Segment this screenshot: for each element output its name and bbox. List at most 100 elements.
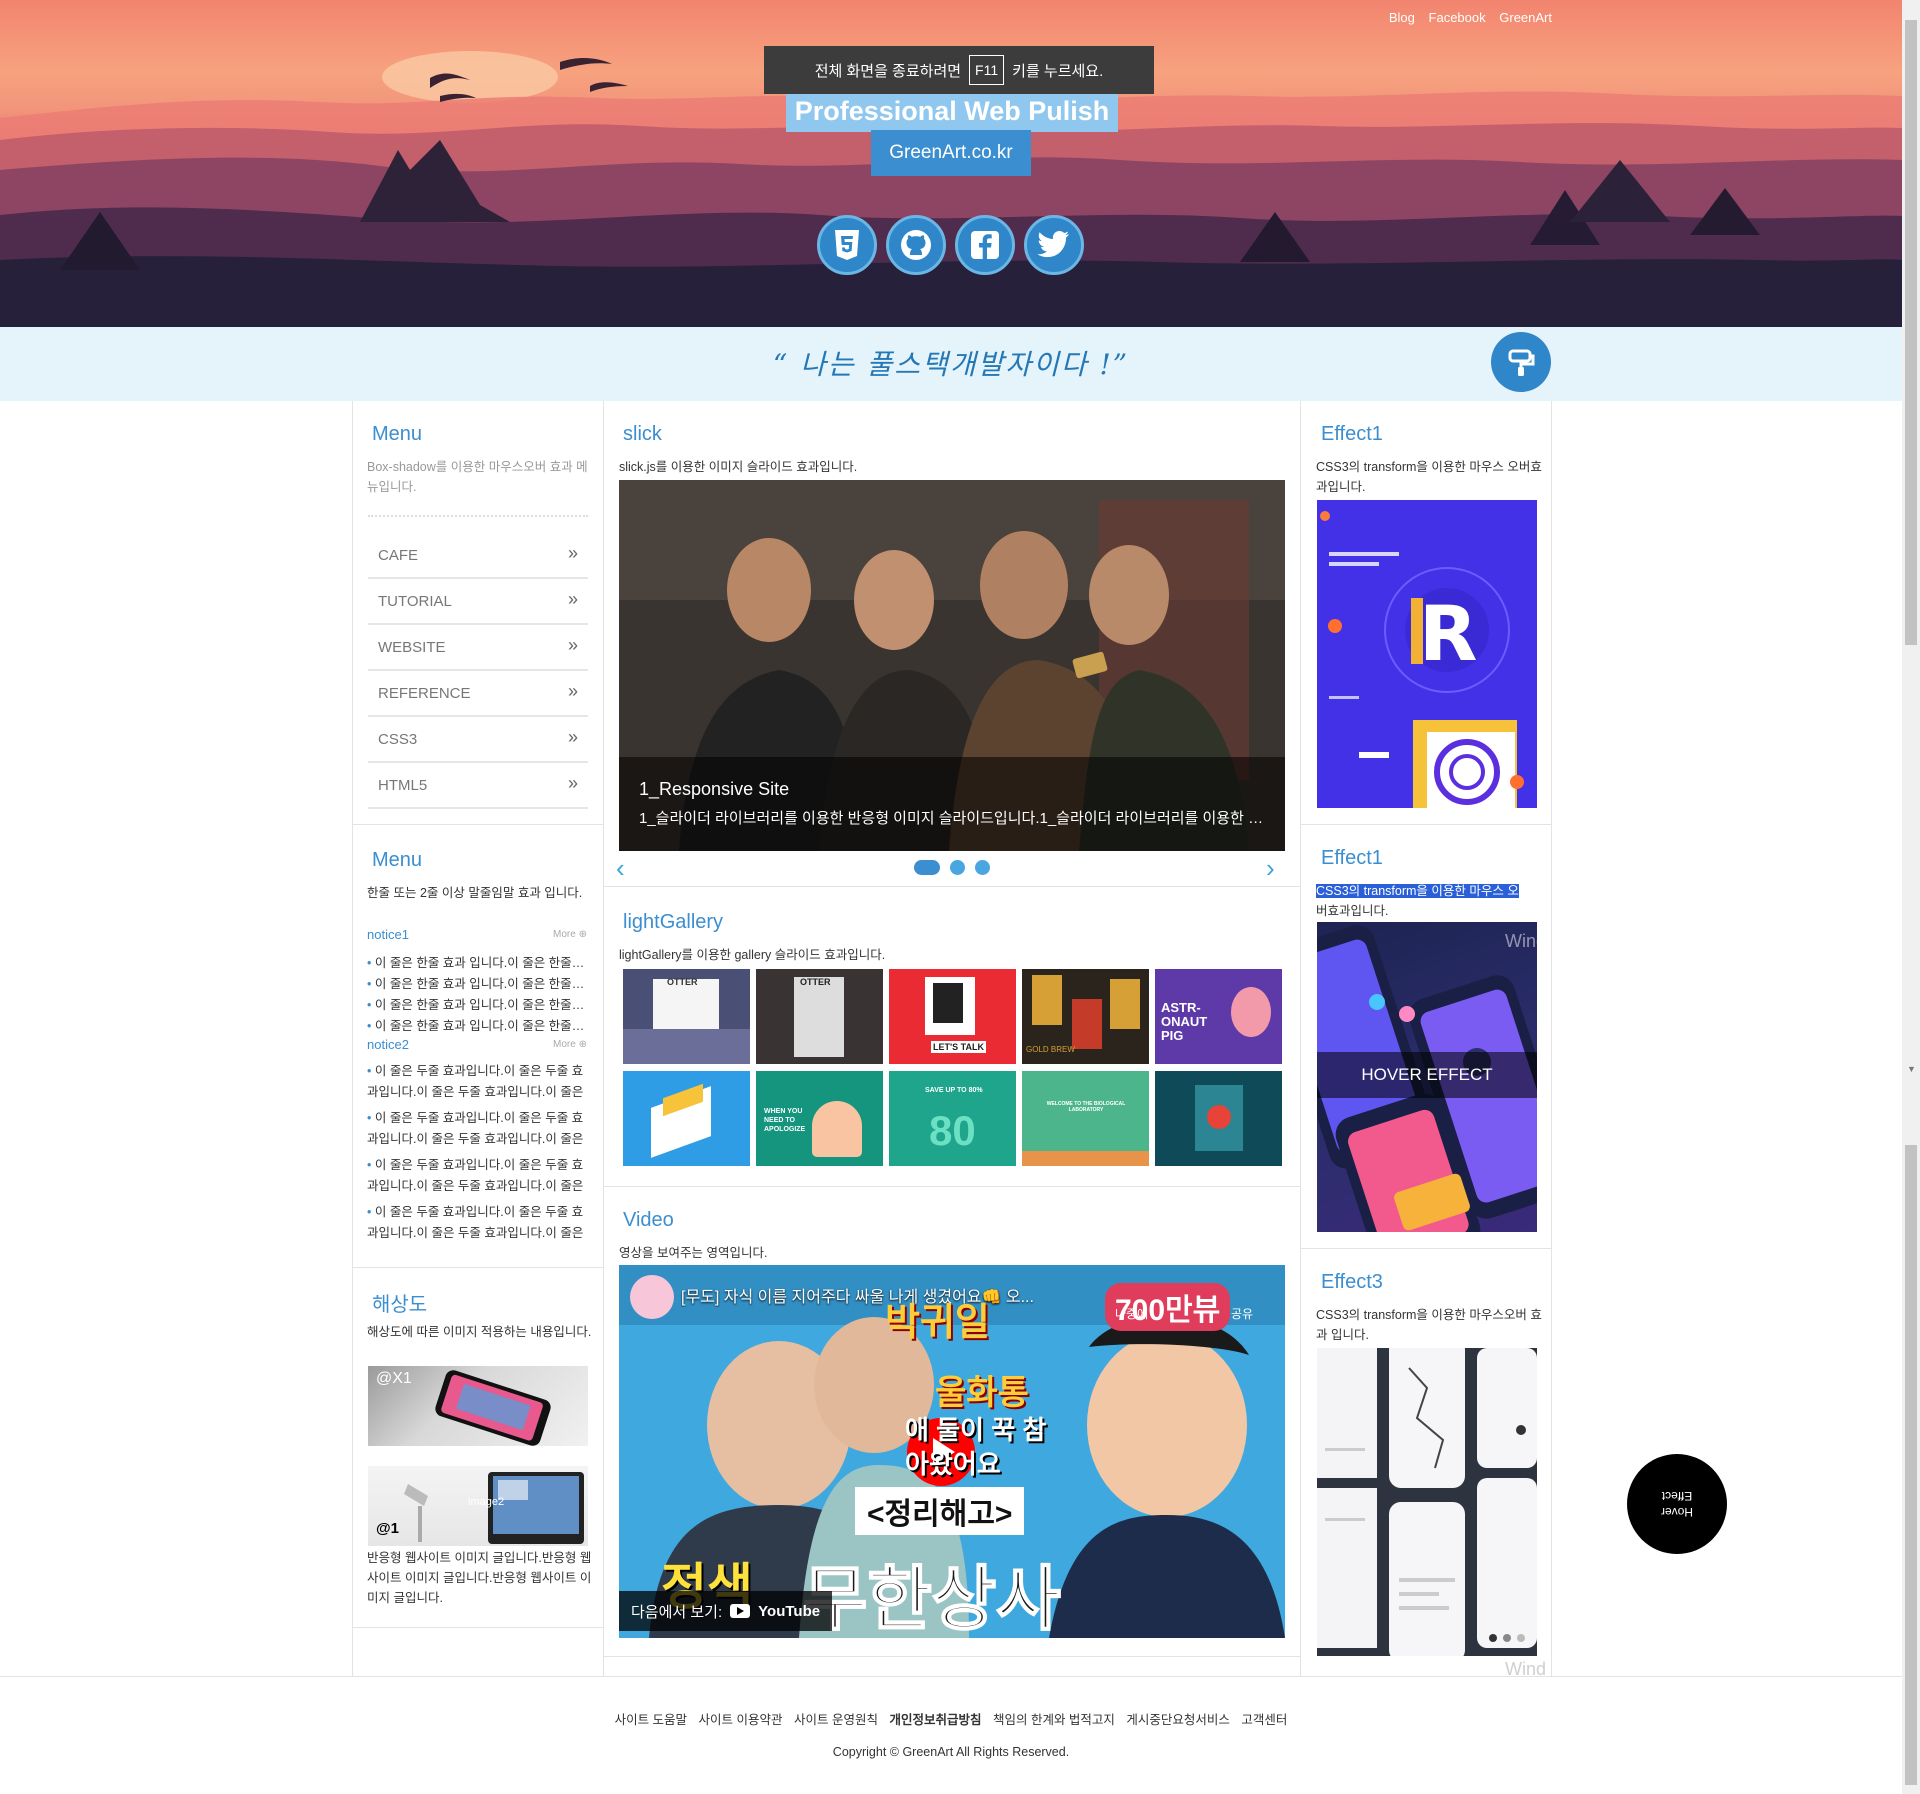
svg-text:R: R xyxy=(1419,589,1478,678)
footer-link-help[interactable]: 사이트 도움말 xyxy=(615,1713,687,1727)
effect1-section: Effect1 CSS3의 transform을 이용한 마우스 오버효과입니다… xyxy=(1301,401,1551,825)
gallery-thumb[interactable] xyxy=(623,1071,750,1166)
quote-bar: “ 나는 풀스택개발자이다 !” xyxy=(0,327,1902,401)
slide-next-arrow-icon[interactable]: › xyxy=(1266,853,1275,884)
watermark-text: Wind xyxy=(1505,931,1547,951)
menu-item-label: CSS3 xyxy=(378,731,418,748)
slide-dot-3[interactable] xyxy=(975,860,990,875)
scrollbar-thumb[interactable] xyxy=(1905,20,1917,645)
footer-link-terms[interactable]: 사이트 이용약관 xyxy=(699,1713,783,1727)
effect1-desc: CSS3의 transform을 이용한 마우스 오버효과입니다. xyxy=(1316,460,1542,494)
effect3-artwork xyxy=(1317,1348,1537,1656)
list-item[interactable]: • 이 줄은 한줄 효과 입니다.이 줄은 한줄 효과 입니다. xyxy=(367,973,587,992)
slide-prev-arrow-icon[interactable]: ‹ xyxy=(616,853,625,884)
watch-on-youtube[interactable]: 다음에서 보기: YouTube xyxy=(619,1591,833,1631)
hover-effect-circle[interactable]: Hover Effect xyxy=(1627,1454,1727,1554)
hover-effect-overlay: HOVER EFFECT xyxy=(1317,1052,1537,1098)
left-column: Menu Box-shadow를 이용한 마우스오버 효과 메뉴입니다. CAF… xyxy=(352,401,604,1677)
menu-item-tutorial[interactable]: TUTORIAL » xyxy=(368,579,588,625)
hover-circle-line2: Effect xyxy=(1661,1489,1693,1503)
notice-section-title: Menu xyxy=(372,849,423,871)
notice2-more-link[interactable]: More ⊕ xyxy=(553,1039,587,1050)
effect2-desc-selected: CSS3의 transform을 이용한 마우스 오 xyxy=(1316,884,1519,898)
image1-label: @X1 xyxy=(376,1370,412,1387)
list-item-text: 이 줄은 두줄 효과입니다.이 줄은 두줄 효과입니다.이 줄은 두줄 효과입니… xyxy=(367,1205,584,1240)
list-item[interactable]: • 이 줄은 한줄 효과 입니다.이 줄은 한줄 효과 입니다. xyxy=(367,994,587,1013)
footer-links: 사이트 도움말 사이트 이용약관 사이트 운영원칙 개인정보취급방침 책임의 한… xyxy=(0,1709,1902,1728)
gallery-thumb[interactable] xyxy=(1155,1071,1282,1166)
scroll-down-arrow-icon[interactable]: ▼ xyxy=(1907,1064,1916,1074)
notice-section-desc: 한줄 또는 2줄 이상 말줄임말 효과 입니다. xyxy=(367,886,583,900)
menu-item-website[interactable]: WEBSITE » xyxy=(368,625,588,671)
effect1-image[interactable]: R xyxy=(1317,500,1537,808)
list-item-text: 이 줄은 한줄 효과 입니다.이 줄은 한줄 효과 입니다. xyxy=(374,1019,587,1033)
site-subtitle[interactable]: GreenArt.co.kr xyxy=(871,130,1031,176)
effect3-image[interactable] xyxy=(1317,1348,1537,1656)
menu-item-label: WEBSITE xyxy=(378,639,446,656)
slide-dot-2[interactable] xyxy=(950,860,965,875)
list-item[interactable]: • 이 줄은 두줄 효과입니다.이 줄은 두줄 효과입니다.이 줄은 두줄 효과… xyxy=(367,1202,587,1244)
twitter-icon[interactable] xyxy=(1024,215,1084,275)
facebook-link[interactable]: Facebook xyxy=(1429,10,1486,25)
scrollbar-thumb-secondary[interactable] xyxy=(1905,1145,1917,1785)
menu-item-html5[interactable]: HTML5 » xyxy=(368,763,588,809)
resolution-title: 해상도 xyxy=(372,1294,428,1316)
menu-item-cafe[interactable]: CAFE » xyxy=(368,533,588,579)
gallery-thumb[interactable]: ASTR-ONAUT PIG xyxy=(1155,969,1282,1064)
video-player[interactable]: [무도] 자식 이름 지어주다 싸울 나게 생겼어요👊 오... 박귀일 울화통… xyxy=(619,1265,1285,1638)
gallery-thumb[interactable]: WELCOME TO THE BIOLOGICAL LABORATORY xyxy=(1022,1071,1149,1166)
facebook-icon[interactable] xyxy=(955,215,1015,275)
gallery-section: lightGallery lightGallery를 이용한 gallery 슬… xyxy=(604,887,1300,1187)
footer-link-privacy[interactable]: 개인정보취급방침 xyxy=(889,1713,981,1727)
list-item-text: 이 줄은 한줄 효과 입니다.이 줄은 한줄 효과 입니다. xyxy=(374,998,587,1012)
list-item-text: 이 줄은 두줄 효과입니다.이 줄은 두줄 효과입니다.이 줄은 두줄 효과입니… xyxy=(367,1111,584,1146)
f11-key: F11 xyxy=(969,55,1005,85)
footer-link-policy[interactable]: 사이트 운영원칙 xyxy=(794,1713,878,1727)
notice1-more-link[interactable]: More ⊕ xyxy=(553,929,587,940)
double-chevron-right-icon: » xyxy=(567,543,578,563)
site-footer: 사이트 도움말 사이트 이용약관 사이트 운영원칙 개인정보취급방침 책임의 한… xyxy=(0,1676,1902,1794)
video-text-e: 무한상사 xyxy=(802,1559,1062,1638)
github-icon[interactable] xyxy=(886,215,946,275)
share-label[interactable]: 공유 xyxy=(1231,1305,1253,1322)
notice1-title[interactable]: notice1 xyxy=(367,927,409,942)
slide-caption: 1_Responsive Site 1_슬라이더 라이브러리를 이용한 반응형 … xyxy=(619,757,1285,851)
list-item[interactable]: • 이 줄은 두줄 효과입니다.이 줄은 두줄 효과입니다.이 줄은 두줄 효과… xyxy=(367,1061,587,1103)
slide-image[interactable]: 1_Responsive Site 1_슬라이더 라이브러리를 이용한 반응형 … xyxy=(619,480,1285,851)
html5-icon[interactable] xyxy=(817,215,877,275)
scrollbar[interactable]: ▼ xyxy=(1902,0,1920,1794)
menu-item-reference[interactable]: REFERENCE » xyxy=(368,671,588,717)
slide-caption-title: 1_Responsive Site xyxy=(639,779,790,799)
blog-link[interactable]: Blog xyxy=(1389,10,1415,25)
watch-later-label[interactable]: 나중에 xyxy=(1115,1305,1148,1322)
gallery-thumb[interactable]: OTTER xyxy=(756,969,883,1064)
footer-link-takedown[interactable]: 게시중단요청서비스 xyxy=(1126,1713,1230,1727)
list-item[interactable]: • 이 줄은 두줄 효과입니다.이 줄은 두줄 효과입니다.이 줄은 두줄 효과… xyxy=(367,1155,587,1197)
tool-button[interactable] xyxy=(1491,332,1551,392)
list-item[interactable]: • 이 줄은 두줄 효과입니다.이 줄은 두줄 효과입니다.이 줄은 두줄 효과… xyxy=(367,1108,587,1150)
thumb-text: ASTR-ONAUT PIG xyxy=(1161,1000,1208,1043)
list-item[interactable]: • 이 줄은 한줄 효과 입니다.이 줄은 한줄 효과 입니다. xyxy=(367,952,587,971)
site-header: Blog Facebook GreenArt Professional Web … xyxy=(0,0,1902,327)
gallery-thumb[interactable]: OTTER xyxy=(623,969,750,1064)
gallery-thumb[interactable]: WHEN YOU NEED TO APOLOGIZE xyxy=(756,1071,883,1166)
thumb-big-number: 80 xyxy=(929,1107,976,1154)
gallery-thumb[interactable]: LET'S TALK xyxy=(889,969,1016,1064)
notice-section: Menu 한줄 또는 2줄 이상 말줄임말 효과 입니다. notice1 Mo… xyxy=(353,825,603,1268)
greenart-link[interactable]: GreenArt xyxy=(1499,10,1552,25)
footer-link-legal[interactable]: 책임의 한계와 법적고지 xyxy=(993,1713,1115,1727)
slide-dot-1[interactable] xyxy=(914,860,940,875)
menu-item-label: CAFE xyxy=(378,547,419,564)
menu-item-css3[interactable]: CSS3 » xyxy=(368,717,588,763)
top-links: Blog Facebook GreenArt xyxy=(1379,10,1552,25)
double-chevron-right-icon: » xyxy=(567,589,578,609)
notice2-title[interactable]: notice2 xyxy=(367,1037,409,1052)
resolution-desc: 해상도에 따른 이미지 적용하는 내용입니다. xyxy=(367,1325,592,1339)
effect2-image[interactable]: HOVER EFFECT xyxy=(1317,922,1537,1232)
gallery-thumb[interactable]: GOLD BREW xyxy=(1022,969,1149,1064)
footer-link-support[interactable]: 고객센터 xyxy=(1241,1713,1287,1727)
slide-caption-desc: 1_슬라이더 라이브러리를 이용한 반응형 이미지 슬라이드입니다.1_슬라이더… xyxy=(639,810,1269,827)
list-item[interactable]: • 이 줄은 한줄 효과 입니다.이 줄은 한줄 효과 입니다. xyxy=(367,1015,587,1034)
youtube-label: YouTube xyxy=(758,1602,821,1620)
gallery-thumb[interactable]: SAVE UP TO 80% 80 xyxy=(889,1071,1016,1166)
